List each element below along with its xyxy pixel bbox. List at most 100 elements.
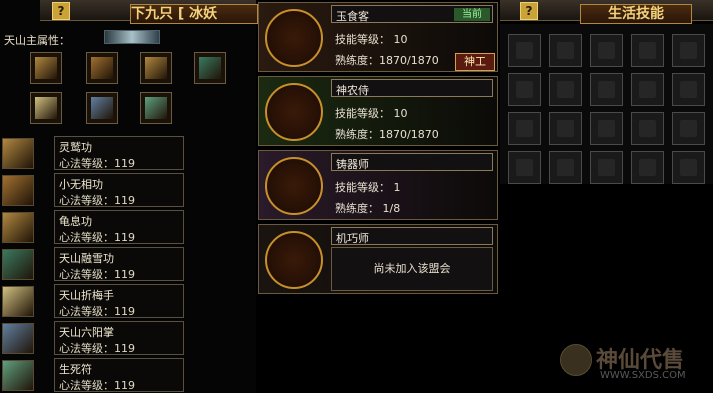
skill-row[interactable]: 生死符心法等级：119 [0,358,186,392]
skill-row[interactable]: 天山六阳掌心法等级：119 [0,321,186,355]
inventory-slot[interactable] [631,151,664,184]
profession-card[interactable]: 机巧师尚未加入该盟会 [258,224,498,294]
paper-talisman-icon [35,97,57,119]
profession-name-box: 铸器师 [331,153,493,171]
book-slot[interactable] [140,92,172,124]
skill-row[interactable]: 龟息功心法等级：119 [0,210,186,244]
inventory-slot[interactable] [672,34,705,67]
skill-level: 心法等级：119 [59,231,135,244]
skill-name: 生死符 [59,363,92,376]
skill-book-icon [2,175,34,206]
blue-book-icon [91,97,113,119]
book-slot[interactable] [86,52,118,84]
empty-slot-icon [516,120,533,137]
empty-slot-icon [557,159,574,176]
empty-slot-icon [516,42,533,59]
profession-status: 尚未加入该盟会 [331,247,493,291]
skill-name: 天山折梅手 [59,289,114,302]
skill-level: 心法等级：119 [59,342,135,355]
proficiency-line: 熟练度： 1/8 [335,202,401,215]
skill-row[interactable]: 灵鹫功心法等级：119 [0,136,186,170]
skill-row[interactable]: 小无相功 心法等级：119 [0,173,186,207]
mechanism-emblem-icon [265,231,323,289]
inventory-slot[interactable] [672,112,705,145]
skill-level-line: 技能等级： 10 [335,33,408,46]
inventory-slot[interactable] [672,73,705,106]
proficiency-line: 熟练度：1870/1870 [335,128,439,141]
skill-info: 生死符心法等级：119 [54,358,184,392]
empty-slot-icon [598,120,615,137]
skill-level: 心法等级：119 [59,379,135,392]
empty-slot-icon [598,159,615,176]
book-slot[interactable] [30,92,62,124]
skill-info: 天山折梅手心法等级：119 [54,284,184,318]
shengong-button[interactable]: 神工 [455,53,495,71]
inventory-slot[interactable] [549,151,582,184]
inventory-slot[interactable] [508,73,541,106]
skill-book-icon [2,286,34,317]
inventory-slot[interactable] [590,34,623,67]
proficiency-line: 熟练度：1870/1870 [335,54,439,67]
book-slot[interactable] [30,52,62,84]
empty-slot-icon [516,81,533,98]
inventory-slot[interactable] [672,151,705,184]
watermark-logo-icon [560,344,592,376]
empty-slot-icon [557,120,574,137]
skill-row[interactable]: 天山折梅手心法等级：119 [0,284,186,318]
skill-info: 灵鹫功心法等级：119 [54,136,184,170]
empty-slot-icon [598,81,615,98]
inventory-slot[interactable] [549,112,582,145]
inventory-slot[interactable] [590,151,623,184]
book-slot[interactable] [140,52,172,84]
scroll-book-icon [145,57,167,79]
skill-name: 天山融雪功 [59,252,114,265]
watermark: 神仙代售 WWW.SXDS.COM [560,338,710,388]
inventory-grid [500,24,713,184]
empty-slot-icon [598,42,615,59]
inventory-slot[interactable] [508,151,541,184]
empty-slot-icon [516,159,533,176]
profession-name-box: 机巧师 [331,227,493,245]
attributes-panel: ? 下九只 [ 冰妖 天山主属性： 灵鹫功 心法等级：119 小无相功 心法等级：11… [0,0,258,393]
empty-slot-icon [680,42,697,59]
inventory-slot[interactable] [590,112,623,145]
book-slot[interactable] [86,92,118,124]
dragon-emblem-icon [265,9,323,67]
help-button-right[interactable]: ? [520,2,538,20]
skill-row[interactable]: 天山融雪功 心法等级：119 [0,247,186,281]
inventory-slot[interactable] [549,34,582,67]
forge-emblem-icon [265,157,323,215]
empty-slot-icon [680,159,697,176]
help-button[interactable]: ? [52,2,70,20]
inventory-slot[interactable] [508,34,541,67]
profession-card[interactable]: 铸器师 技能等级： 1 熟练度： 1/8 [258,150,498,220]
profession-name-box: 神农侍 [331,79,493,97]
inventory-slot[interactable] [549,73,582,106]
inventory-slot[interactable] [590,73,623,106]
profession-card[interactable]: 玉食客 当前 技能等级： 10 熟练度：1870/1870 神工 [258,2,498,72]
skill-name: 灵鹫功 [59,141,92,154]
skill-name: 龟息功 [59,215,92,228]
inventory-slot[interactable] [508,112,541,145]
profession-name: 机巧师 [336,232,369,245]
green-book-icon [199,57,221,79]
life-skills-title: 生活技能 [580,4,692,24]
empty-slot-icon [680,81,697,98]
skill-level: 心法等级：119 [59,157,135,170]
inventory-slot[interactable] [631,112,664,145]
inventory-slot[interactable] [631,73,664,106]
skill-level-line: 技能等级： 10 [335,107,408,120]
skill-info: 天山融雪功 心法等级：119 [54,247,184,281]
book-slot[interactable] [194,52,226,84]
inventory-slot[interactable] [631,34,664,67]
empty-slot-icon [639,159,656,176]
skill-book-icon [2,138,34,169]
skill-level: 心法等级：119 [59,305,135,318]
yin-yang-emblem-icon [265,83,323,141]
profession-card[interactable]: 神农侍技能等级： 10 熟练度：1870/1870 [258,76,498,146]
scroll-book-icon [91,57,113,79]
scroll-book-icon [35,57,57,79]
empty-slot-icon [557,42,574,59]
skill-name: 天山六阳掌 [59,326,114,339]
current-badge: 当前 [454,8,490,21]
